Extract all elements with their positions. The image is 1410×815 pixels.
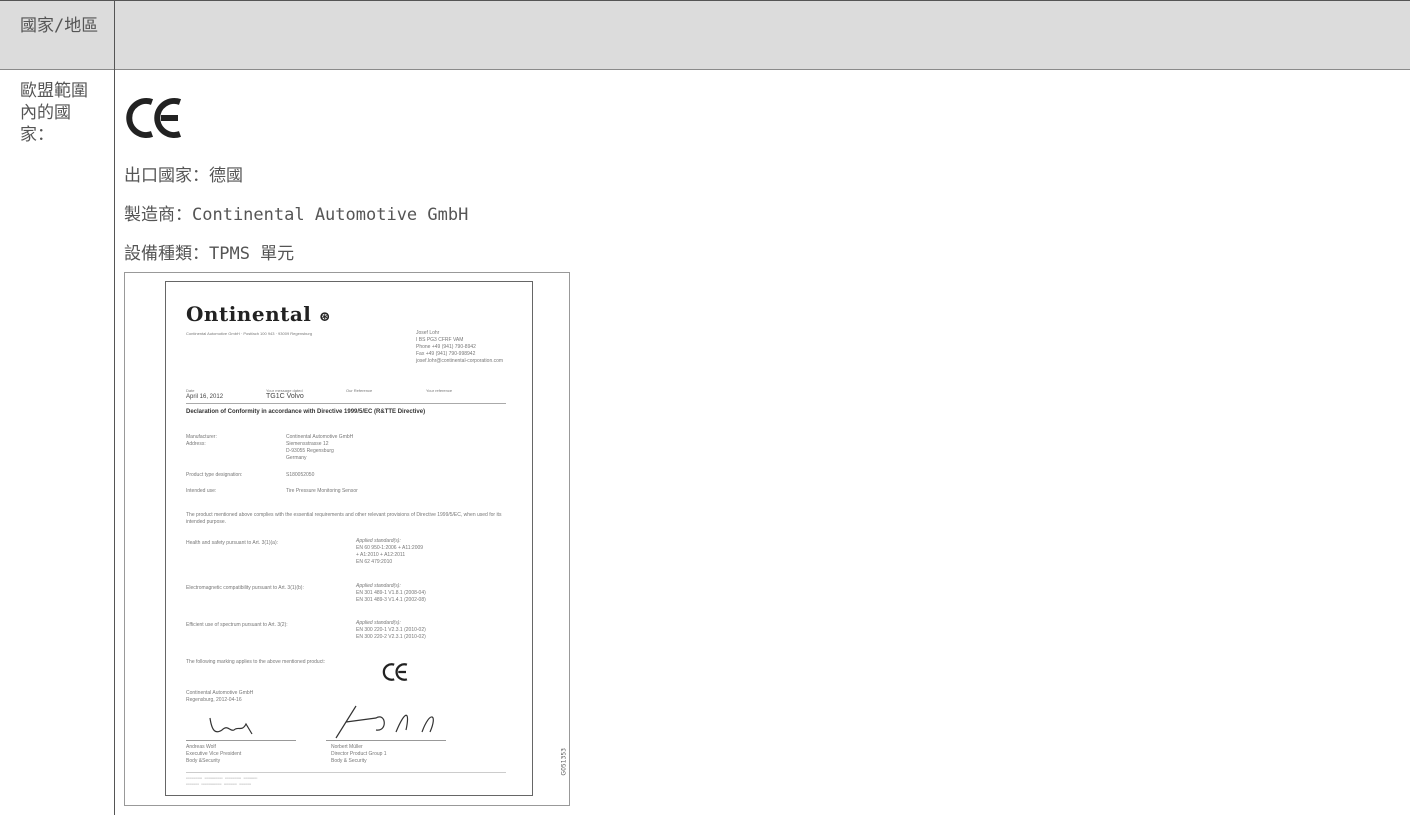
declaration-image: Ontinental ⊛ Continental Automotive GmbH… <box>124 272 570 806</box>
contact-4: Fax +49 (941) 790-998942 <box>416 351 476 357</box>
declaration-page: Ontinental ⊛ Continental Automotive GmbH… <box>165 281 533 796</box>
column-divider <box>114 68 115 815</box>
continental-logo: Ontinental ⊛ <box>186 302 332 326</box>
signature-1 <box>209 717 253 735</box>
row-label-eu: 歐盟範圍內的國家： <box>20 81 88 145</box>
equipment-type-text: 設備種類：TPMS 單元 <box>124 244 295 264</box>
table-header-row: 國家/地區 <box>0 0 1410 70</box>
contact-5: josef.lohr@continental-corporation.com <box>416 358 504 364</box>
doc-id-label: G051353 <box>561 748 568 776</box>
manufacturer-text: 製造商：Continental Automotive GmbH <box>124 205 469 225</box>
contact-1: Josef Lohr <box>416 330 440 336</box>
doc-date: April 16, 2012 <box>186 394 224 400</box>
doc-ce-mark-icon <box>382 663 408 681</box>
doc-heading: Declaration of Conformity in accordance … <box>186 409 426 415</box>
export-country-text: 出口國家：德國 <box>124 166 243 186</box>
header-label-country: 國家/地區 <box>20 16 99 36</box>
ce-mark-icon <box>126 98 182 138</box>
contact-2: I BS PG3 CFRF VAM <box>416 337 464 343</box>
signature-2 <box>335 705 434 739</box>
header-cell-country: 國家/地區 <box>0 1 115 69</box>
doc-msg: TG1C Volvo <box>266 393 304 400</box>
info-table: 國家/地區 歐盟範圍內的國家： 出口國家：德國 製造商：Continental … <box>0 0 1410 815</box>
contact-3: Phone +49 (941) 790-8942 <box>416 344 476 350</box>
